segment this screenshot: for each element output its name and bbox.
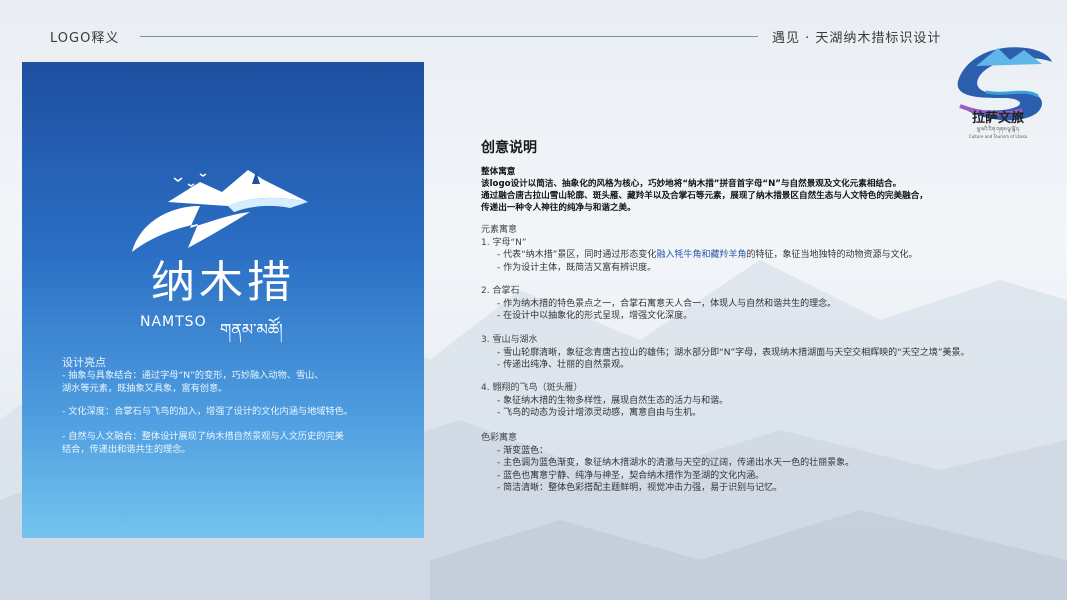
highlights-title: 设计亮点: [62, 356, 106, 369]
highlight-line: 结合，传递出和谐共生的理念。: [62, 444, 191, 455]
elements-section: 元素寓意 1. 字母“N” - 代表“纳木措”景区，同时通过形态变化融入牦牛角和…: [481, 224, 1067, 274]
header-divider: [140, 36, 758, 37]
highlight-item: - 自然与人文融合：整体设计展现了纳木措自然景观与人文历史的完美 结合，传递出和…: [62, 430, 392, 456]
highlight-item: - 文化深度：合掌石与飞鸟的加入，增强了设计的文化内涵与地域特色。: [62, 405, 392, 418]
highlight-line: - 抽象与具象结合：通过字母“N”的变形，巧妙融入动物、雪山、: [62, 370, 324, 381]
element-detail-text: 的特征，象征当地独特的动物资源与文化。: [746, 250, 918, 261]
brand-name-en: Culture and Tourism of Lhasa: [968, 134, 1028, 139]
overall-line: 通过融合唐古拉山雪山轮廓、斑头雁、藏羚羊以及合掌石等元素，展现了纳木措景区自然生…: [481, 191, 928, 201]
logo-chinese-name: 纳木措: [151, 257, 295, 308]
logo-showcase-panel: 纳木措 NAMTSO གནམ་མཚོ། 设计亮点 - 抽象与具象结合：通过字母“…: [22, 62, 424, 538]
page-title: 遇见 · 天湖纳木措标识设计: [772, 31, 942, 46]
element-detail-text: - 代表“纳木措”景区，同时通过形态变化: [497, 250, 657, 261]
overall-title: 整体寓意: [481, 167, 516, 177]
element-block: 3. 雪山与湖水 - 雪山轮廓清晰，象征念青唐古拉山的雄伟；湖水部分即“N”字母…: [481, 334, 1067, 372]
overall-line: 该logo设计以简洁、抽象化的风格为核心，巧妙地将“纳木措”拼音首字母“N”与自…: [481, 179, 902, 189]
element-heading: 1. 字母“N”: [481, 237, 527, 248]
element-detail: - 代表“纳木措”景区，同时通过形态变化融入牦牛角和藏羚羊角的特征，象征当地独特…: [481, 249, 1067, 262]
element-heading: 4. 翱翔的飞鸟（斑头雁）: [481, 383, 583, 393]
logo-english-name: NAMTSO: [140, 314, 207, 330]
element-detail: - 在设计中以抽象化的形式呈现，增强文化深度。: [497, 311, 693, 322]
overall-line: 传递出一种令人神往的纯净与和谐之美。: [481, 203, 636, 213]
color-detail: - 蓝色也寓意宁静、纯净与神圣，契合纳木措作为圣湖的文化内涵。: [497, 470, 765, 481]
highlight-line: - 自然与人文融合：整体设计展现了纳木措自然景观与人文历史的完美: [62, 431, 344, 442]
element-block: 4. 翱翔的飞鸟（斑头雁） - 象征纳木措的生物多样性，展现自然生态的活力与和谐…: [481, 382, 1067, 420]
creative-title: 创意说明: [481, 140, 537, 156]
element-detail: - 飞鸟的动态为设计增添灵动感，寓意自由与生机。: [497, 408, 702, 419]
element-detail: - 传递出纯净、壮丽的自然景观。: [497, 360, 630, 371]
element-highlight-text: 融入牦牛角和藏羚羊角: [656, 250, 747, 261]
color-section: 色彩寓意 - 渐变蓝色： - 主色调为蓝色渐变，象征纳木措湖水的清澈与天空的辽阔…: [481, 432, 1067, 495]
highlight-item: - 抽象与具象结合：通过字母“N”的变形，巧妙融入动物、雪山、 湖水等元素，既抽…: [62, 369, 392, 395]
element-detail: - 作为纳木措的特色景点之一，合掌石寓意天人合一，体现人与自然和谐共生的理念。: [497, 298, 837, 309]
highlight-line: 湖水等元素，既抽象又具象，富有创意。: [62, 383, 228, 394]
color-detail: - 渐变蓝色：: [497, 445, 549, 456]
element-block: 2. 合掌石 - 作为纳木措的特色景点之一，合掌石寓意天人合一，体现人与自然和谐…: [481, 285, 1067, 323]
color-title: 色彩寓意: [481, 433, 518, 443]
highlight-line: - 文化深度：合掌石与飞鸟的加入，增强了设计的文化内涵与地域特色。: [62, 406, 354, 417]
color-detail: - 简洁清晰：整体色彩搭配主题鲜明，视觉冲击力强，易于识别与记忆。: [497, 483, 783, 494]
elements-title: 元素寓意: [481, 225, 518, 235]
element-detail: - 作为设计主体，既简洁又富有辨识度。: [497, 262, 657, 273]
overall-meaning: 整体寓意 该logo设计以简洁、抽象化的风格为核心，巧妙地将“纳木措”拼音首字母…: [481, 166, 1041, 214]
element-heading: 2. 合掌石: [481, 286, 520, 296]
logo-tibetan-name: གནམ་མཚོ།: [220, 320, 283, 339]
page-section-title: LOGO释义: [50, 31, 120, 46]
element-detail: - 象征纳木措的生物多样性，展现自然生态的活力与和谐。: [497, 395, 729, 406]
element-detail: - 雪山轮廓清晰，象征念青唐古拉山的雄伟；湖水部分即“N”字母，表现纳木措湖面与…: [497, 347, 970, 358]
element-heading: 3. 雪山与湖水: [481, 335, 538, 345]
color-detail: - 主色调为蓝色渐变，象征纳木措湖水的清澈与天空的辽阔，传递出水天一色的壮丽景象…: [497, 458, 855, 469]
